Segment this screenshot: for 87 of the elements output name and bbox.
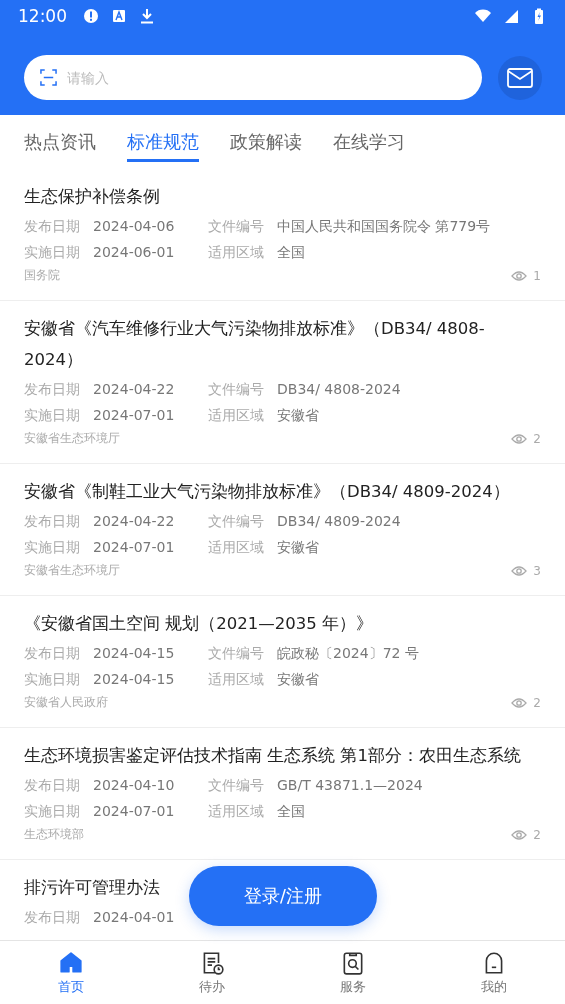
list-item[interactable]: 《安徽省国土空间 规划（2021—2035 年）》 发布日期 2024-04-15 文件编号 皖政秘〔2024〕72 号 实施日期 2024-04-15 适用区域 安徽省 安徽省人民政府 2 [0,596,565,728]
eye-icon [511,696,528,709]
item-source: 国务院 [24,267,61,284]
field-label: 发布日期 [24,380,80,399]
eye-icon [511,828,528,841]
eye-icon [511,269,528,282]
field-label: 实施日期 [24,802,80,821]
field-value: DB34/ 4809-2024 [277,512,401,531]
field-label: 适用区域 [208,538,264,557]
field-value: 安徽省 [277,670,319,689]
field-value: 2024-04-22 [93,512,175,531]
status-time: 12:00 [18,6,67,26]
view-count: 1 [533,268,541,283]
field-value: 2024-04-22 [93,380,175,399]
field-label: 实施日期 [24,538,80,557]
list-item[interactable]: 安徽省《汽车维修行业大气污染物排放标准》（DB34/ 4808-2024） 发布日期 2024-04-22 文件编号 DB34/ 4808-2024 实施日期 2024-07-01 适用区域 安徽省 安徽省生态环境厅 2 [0,301,565,464]
field-value: 2024-04-10 [93,776,175,795]
item-title: 安徽省《制鞋工业大气污染物排放标准》（DB34/ 4809-2024） [24,481,510,503]
field-value: 2024-04-06 [93,217,175,236]
nav-tab[interactable]: 服务 [282,941,424,1004]
field-label: 实施日期 [24,670,80,689]
view-count: 2 [533,827,541,842]
app-badge-icon [111,8,127,24]
scan-icon [40,69,57,86]
mail-button[interactable] [498,55,542,100]
field-value: 2024-07-01 [93,406,175,425]
field-label: 适用区域 [208,406,264,425]
view-count: 2 [533,431,541,446]
field-value: 2024-07-01 [93,802,175,821]
field-label: 发布日期 [24,644,80,663]
field-value: 2024-04-01 [93,908,175,927]
field-label: 实施日期 [24,243,80,262]
item-source: 生态环境部 [24,826,85,843]
field-label: 发布日期 [24,217,80,236]
item-title: 《安徽省国土空间 规划（2021—2035 年）》 [24,613,373,635]
field-label: 发布日期 [24,908,80,927]
field-value: 全国 [277,243,305,262]
field-value: GB/T 43871.1—2024 [277,776,423,795]
tab[interactable]: 政策解读 [230,122,302,162]
tab[interactable]: 标准规范 [127,122,199,162]
eye-icon [511,432,528,445]
field-label: 文件编号 [208,380,264,399]
item-title: 排污许可管理办法 [24,877,160,899]
field-value: 安徽省 [277,538,319,557]
field-label: 发布日期 [24,512,80,531]
list-item[interactable]: 安徽省《制鞋工业大气污染物排放标准》（DB34/ 4809-2024） 发布日期 2024-04-22 文件编号 DB34/ 4809-2024 实施日期 2024-07-01 适用区域 安徽省 安徽省生态环境厅 3 [0,464,565,596]
item-title: 生态保护补偿条例 [24,186,160,208]
field-value: 2024-04-15 [93,670,175,689]
item-source: 安徽省人民政府 [24,694,109,711]
field-value: DB34/ 4808-2024 [277,380,401,399]
download-icon [139,8,155,24]
item-title: 生态环境损害鉴定评估技术指南 生态系统 第1部分：农田生态系统 [24,745,521,767]
list-item[interactable]: 生态保护补偿条例 发布日期 2024-04-06 文件编号 中国人民共和国国务院令 第779号 实施日期 2024-06-01 适用区域 全国 国务院 1 [0,169,565,301]
nav-tab[interactable]: 我的 [423,941,565,1004]
view-count: 2 [533,695,541,710]
field-label: 文件编号 [208,512,264,531]
view-count: 3 [533,563,541,578]
list-item[interactable]: 生态环境损害鉴定评估技术指南 生态系统 第1部分：农田生态系统 发布日期 2024-04-10 文件编号 GB/T 43871.1—2024 实施日期 2024-07-01 适用区域 全国 生态环境部 2 [0,728,565,860]
field-value: 皖政秘〔2024〕72 号 [277,644,419,663]
field-value: 2024-06-01 [93,243,175,262]
item-source: 安徽省生态环境厅 [24,562,121,579]
field-value: 2024-04-15 [93,644,175,663]
nav-tab[interactable]: 待办 [141,941,283,1004]
eye-icon [511,564,528,577]
field-label: 文件编号 [208,776,264,795]
item-title: 安徽省《汽车维修行业大气污染物排放标准》（DB34/ 4808-2024） [24,318,486,371]
field-value: 安徽省 [277,406,319,425]
tab[interactable]: 热点资讯 [24,122,96,162]
item-source: 安徽省生态环境厅 [24,430,121,447]
search-field[interactable]: 请输入 [24,55,482,100]
alert-icon [83,8,99,24]
field-value: 全国 [277,802,305,821]
login-button[interactable]: 登录/注册 [189,866,377,926]
field-label: 实施日期 [24,406,80,425]
field-label: 文件编号 [208,217,264,236]
field-label: 发布日期 [24,776,80,795]
field-value: 中国人民共和国国务院令 第779号 [277,217,491,236]
field-value: 2024-07-01 [93,538,175,557]
signal-icon [503,8,519,24]
nav-tab[interactable]: 首页 [0,941,142,1004]
field-label: 适用区域 [208,670,264,689]
field-label: 文件编号 [208,644,264,663]
mail-icon [507,67,533,88]
tab[interactable]: 在线学习 [333,122,405,162]
field-label: 适用区域 [208,243,264,262]
field-label: 适用区域 [208,802,264,821]
wifi-icon [475,8,491,24]
